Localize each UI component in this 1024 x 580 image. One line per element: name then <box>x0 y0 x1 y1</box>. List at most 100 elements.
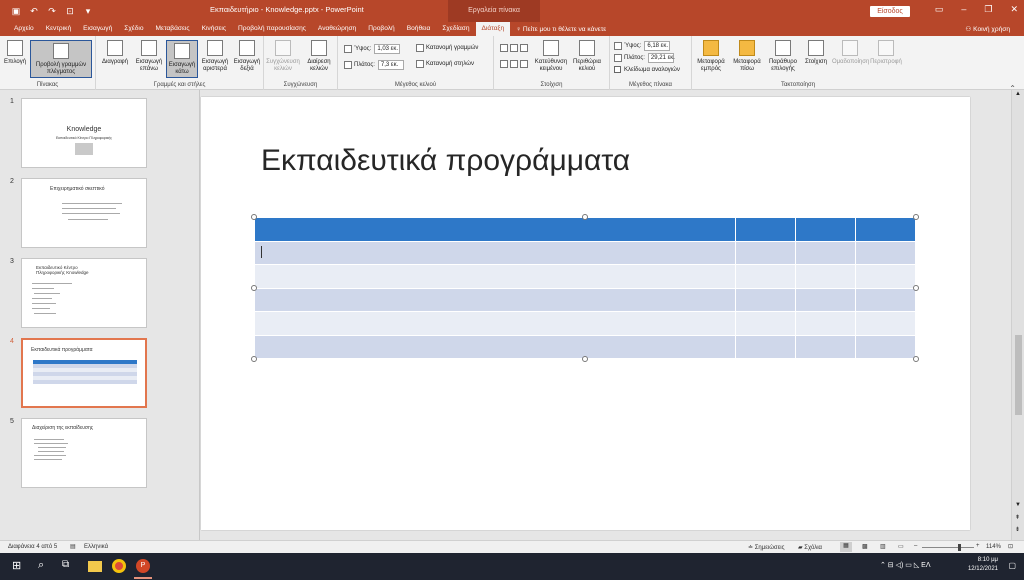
windows-start-icon[interactable]: ⊞ <box>12 559 26 573</box>
tab-animations[interactable]: Κινήσεις <box>196 22 232 36</box>
scroll-up-icon[interactable]: ▲ <box>1015 91 1021 97</box>
zoom-slider[interactable] <box>922 547 974 548</box>
tab-design[interactable]: Σχέδιο <box>118 22 149 36</box>
table-cell[interactable] <box>254 217 736 242</box>
slideshow-icon[interactable]: ▭ <box>898 543 904 550</box>
tab-table-design[interactable]: Σχεδίαση <box>436 22 475 36</box>
next-slide-icon[interactable]: ⇟ <box>1015 526 1020 533</box>
resize-handle-top-left[interactable] <box>251 214 257 220</box>
table-cell[interactable] <box>254 334 736 359</box>
close-icon[interactable]: ✕ <box>1010 4 1018 15</box>
fit-to-window-icon[interactable]: ⊡ <box>1008 543 1013 550</box>
scrollbar-thumb[interactable] <box>1015 335 1022 415</box>
distribute-columns-button[interactable]: Κατανομή στηλών <box>416 60 474 68</box>
zoom-level[interactable]: 114% <box>986 544 1001 550</box>
scroll-down-icon[interactable]: ▼ <box>1015 502 1021 508</box>
maximize-icon[interactable]: ❐ <box>984 4 992 15</box>
clock[interactable]: 8:10 μμ 12/12/2021 <box>968 556 998 574</box>
selection-pane-button[interactable]: Παράθυρο επιλογής <box>766 40 800 73</box>
resize-handle-bottom-left[interactable] <box>251 356 257 362</box>
align-left-icon[interactable] <box>500 44 508 52</box>
resize-handle-right[interactable] <box>913 285 919 291</box>
table-cell[interactable] <box>794 334 856 359</box>
table-cell[interactable] <box>794 311 856 336</box>
cell-margins-button[interactable]: Περιθώρια κελιού <box>570 40 604 73</box>
vertical-scrollbar[interactable]: ▲ ▼ ⇞ ⇟ <box>1011 90 1024 540</box>
minimize-icon[interactable]: – <box>961 4 966 15</box>
delete-button[interactable]: Διαγραφή <box>98 40 132 66</box>
group-button[interactable]: Ομαδοποίηση <box>832 40 869 66</box>
ribbon-display-icon[interactable]: ▭ <box>935 4 944 15</box>
distribute-rows-button[interactable]: Κατανομή γραμμών <box>416 44 478 52</box>
vertical-align-buttons[interactable] <box>500 60 530 68</box>
normal-view-icon[interactable]: ▦ <box>840 542 852 552</box>
slide-thumbnail-4[interactable]: Εκπαιδευτικά προγράμματα <box>21 338 147 408</box>
notifications-icon[interactable]: ▢ <box>1008 561 1016 570</box>
align-button[interactable]: Στοίχιση <box>802 40 830 66</box>
slide-thumbnail-2[interactable]: Επιχειρηματικό σκεπτικό <box>21 178 147 248</box>
file-explorer-icon[interactable] <box>88 561 102 572</box>
lock-aspect-check-box[interactable] <box>614 66 621 73</box>
lock-aspect-checkbox[interactable]: Κλείδωμα αναλογιών <box>614 66 680 73</box>
resize-handle-left[interactable] <box>251 285 257 291</box>
view-gridlines-button[interactable]: Προβολή γραμμών πλέγματος <box>30 40 92 78</box>
tab-insert[interactable]: Εισαγωγή <box>77 22 118 36</box>
resize-handle-top[interactable] <box>582 214 588 220</box>
tab-review[interactable]: Αναθεώρηση <box>312 22 362 36</box>
table-cell[interactable] <box>854 264 917 289</box>
table-cell[interactable] <box>854 287 917 312</box>
table-cell[interactable] <box>734 311 796 336</box>
save-icon[interactable]: ▣ <box>10 6 22 17</box>
undo-icon[interactable]: ↶ <box>28 6 40 17</box>
slide-table[interactable] <box>254 217 917 359</box>
tab-home[interactable]: Κεντρική <box>40 22 77 36</box>
table-cell[interactable] <box>854 334 917 359</box>
resize-handle-top-right[interactable] <box>913 214 919 220</box>
table-cell[interactable] <box>854 240 917 265</box>
slide-thumbnail-5[interactable]: Διαχείριση της εκπαίδευσης <box>21 418 147 488</box>
table-width-input[interactable]: 29,21 εκ. <box>647 53 675 63</box>
task-view-icon[interactable]: ⧉ <box>62 559 76 573</box>
search-icon[interactable]: ⌕ <box>38 559 52 573</box>
table-cell[interactable] <box>734 287 796 312</box>
align-bottom-icon[interactable] <box>520 60 528 68</box>
insert-left-button[interactable]: Εισαγωγή αριστερά <box>200 40 230 73</box>
table-cell[interactable] <box>254 287 736 312</box>
chrome-icon[interactable] <box>112 559 126 573</box>
table-cell[interactable] <box>854 311 917 336</box>
spelling-icon[interactable]: ▤ <box>70 543 76 550</box>
align-right-icon[interactable] <box>520 44 528 52</box>
text-direction-button[interactable]: Κατεύθυνση κειμένου <box>534 40 568 73</box>
table-cell[interactable] <box>794 287 856 312</box>
notes-button[interactable]: ≐ Σημειώσεις <box>748 544 785 551</box>
previous-slide-icon[interactable]: ⇞ <box>1015 514 1020 521</box>
align-top-icon[interactable] <box>500 60 508 68</box>
merge-cells-button[interactable]: Συγχώνευση κελιών <box>266 40 300 73</box>
tab-view[interactable]: Προβολή <box>362 22 400 36</box>
resize-handle-bottom[interactable] <box>582 356 588 362</box>
insert-right-button[interactable]: Εισαγωγή δεξιά <box>232 40 262 73</box>
align-middle-icon[interactable] <box>510 60 518 68</box>
table-cell[interactable] <box>794 264 856 289</box>
current-slide[interactable]: Εκπαιδευτικά προγράμματα <box>201 97 970 530</box>
split-cells-button[interactable]: Διαίρεση κελιών <box>302 40 336 73</box>
share-button[interactable]: ⚇ Κοινή χρήση <box>965 25 1010 33</box>
tab-slideshow[interactable]: Προβολή παρουσίασης <box>232 22 312 36</box>
rotate-button[interactable]: Περιστροφή <box>870 40 902 66</box>
system-tray-icons[interactable]: ⌃ ⊟ ◁) ▭ ◺ ΕΛ <box>880 561 931 569</box>
table-cell[interactable] <box>254 264 736 289</box>
table-cell[interactable] <box>794 217 856 242</box>
comments-button[interactable]: ▰ Σχόλια <box>798 544 822 551</box>
zoom-in-icon[interactable]: + <box>976 543 980 549</box>
reading-view-icon[interactable]: ▥ <box>880 543 886 550</box>
cell-width-input[interactable]: 7,3 εκ. <box>377 60 404 70</box>
table-height-input[interactable]: 6,18 εκ. <box>644 41 671 51</box>
insert-above-button[interactable]: Εισαγωγή επάνω <box>134 40 164 73</box>
table-cell[interactable] <box>254 240 736 265</box>
slide-title[interactable]: Εκπαιδευτικά προγράμματα <box>261 144 630 178</box>
table-cell[interactable] <box>254 311 736 336</box>
tell-me-search[interactable]: ♀ Πείτε μου τι θέλετε να κάνετε <box>516 26 606 33</box>
align-center-icon[interactable] <box>510 44 518 52</box>
table-cell[interactable] <box>734 240 796 265</box>
tab-transitions[interactable]: Μεταβάσεις <box>150 22 196 36</box>
